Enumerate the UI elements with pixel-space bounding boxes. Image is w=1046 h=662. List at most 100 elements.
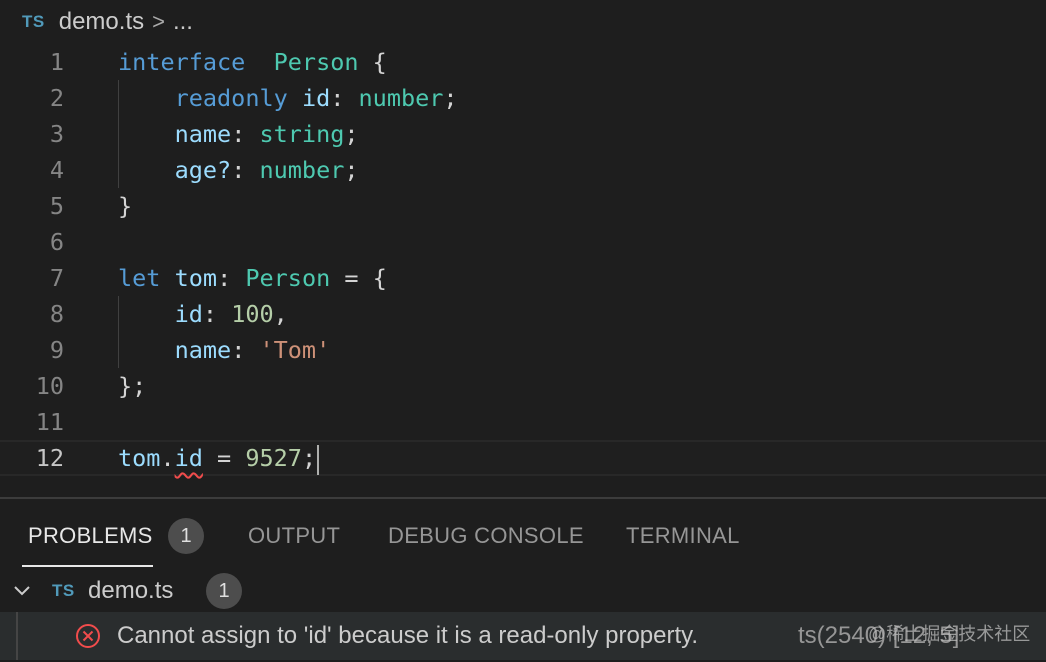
panel-tabs: PROBLEMS 1 OUTPUT DEBUG CONSOLE TERMINAL [0,499,1046,569]
watermark: @稀土掘金技术社区 [868,624,1031,644]
code-token: { [358,48,387,76]
code-token: }; [118,372,147,400]
code-text: id: 100, [118,296,288,332]
code-token: ; [344,156,359,184]
code-text: tom.id = 9527; [118,440,320,476]
breadcrumb-file[interactable]: demo.ts [59,8,144,36]
code-token: 100 [231,300,274,328]
code-token: = [202,444,246,472]
code-token: 9527 [245,444,302,472]
code-token: Person [245,264,331,292]
code-token: name [174,120,232,148]
code-text: age?: number; [118,152,359,188]
code-token: : [330,84,359,112]
code-token: readonly [174,84,288,112]
line-number: 3 [49,120,64,148]
code-line[interactable]: 4 age?: number; [0,152,1046,188]
code-text: } [118,188,132,224]
line-number: 7 [49,264,64,292]
code-token: ; [301,444,317,472]
code-line[interactable]: 12 tom.id = 9527; [0,440,1046,476]
line-number: 4 [49,156,64,184]
file-problem-count-badge: 1 [206,573,242,609]
code-token: , [273,300,288,328]
code-token: . [160,444,175,472]
problem-file-group[interactable]: TS demo.ts 1 [0,571,1046,611]
typescript-file-icon: TS [52,581,75,600]
line-number: 2 [49,84,64,112]
code-token: ; [443,84,458,112]
code-editor[interactable]: 1 interface Person {2 readonly id: number… [0,44,1046,492]
code-line[interactable]: 6 [0,224,1046,260]
code-token: age? [174,156,232,184]
code-token: number [358,84,444,112]
chevron-right-icon: > [152,9,165,34]
problems-count-badge: 1 [168,518,204,554]
code-token: = { [330,264,387,292]
breadcrumb-more[interactable]: ... [173,8,193,36]
code-text: name: 'Tom' [118,332,331,368]
code-token: id [301,84,331,112]
chevron-down-icon[interactable] [12,581,32,601]
tab-terminal[interactable]: TERMINAL [626,523,740,549]
code-line[interactable]: 8 id: 100, [0,296,1046,332]
line-number: 10 [35,372,64,400]
text-cursor [317,444,320,475]
code-text: interface Person { [118,44,387,80]
tab-output[interactable]: OUTPUT [248,523,340,549]
code-line[interactable]: 3 name: string; [0,116,1046,152]
line-number: 11 [35,408,64,436]
code-line[interactable]: 2 readonly id: number; [0,80,1046,116]
tab-problems[interactable]: PROBLEMS [28,523,153,549]
code-line[interactable]: 10}; [0,368,1046,404]
code-text: name: string; [118,116,359,152]
code-token: Person [273,48,359,76]
line-number: 12 [35,444,64,472]
code-token: ; [344,120,359,148]
code-token: id [174,300,203,328]
code-token: : [217,264,246,292]
code-text: }; [118,368,146,404]
code-token: : [202,300,232,328]
typescript-file-icon: TS [22,12,45,31]
code-text: readonly id: number; [118,80,458,116]
line-number: 6 [49,228,64,256]
problem-file-name: demo.ts [88,577,174,604]
error-icon [76,624,100,648]
code-line[interactable]: 9 name: 'Tom' [0,332,1046,368]
tab-debug-console[interactable]: DEBUG CONSOLE [388,523,584,549]
breadcrumb: TS demo.ts > ... [0,0,1046,44]
code-token: let [118,264,161,292]
line-number: 8 [49,300,64,328]
code-line[interactable]: 11 [0,404,1046,440]
error-message: Cannot assign to 'id' because it is a re… [117,622,699,649]
active-tab-indicator [22,565,153,567]
code-line[interactable]: 7 let tom: Person = { [0,260,1046,296]
code-token: : [231,120,260,148]
code-token: : [231,156,260,184]
code-token: id [174,444,203,472]
code-line[interactable]: 1 interface Person { [0,44,1046,80]
code-token: number [259,156,345,184]
code-token: 'Tom' [259,336,331,364]
code-token: : [231,336,260,364]
line-number: 1 [49,48,64,76]
code-token: interface [118,48,246,76]
code-token: name [174,336,232,364]
code-token: tom [174,264,218,292]
code-token: string [259,120,345,148]
line-number: 5 [49,192,64,220]
code-text: let tom: Person = { [118,260,387,296]
code-line[interactable]: 5} [0,188,1046,224]
code-token: tom [118,444,161,472]
line-number: 9 [49,336,64,364]
code-token: } [118,192,133,220]
